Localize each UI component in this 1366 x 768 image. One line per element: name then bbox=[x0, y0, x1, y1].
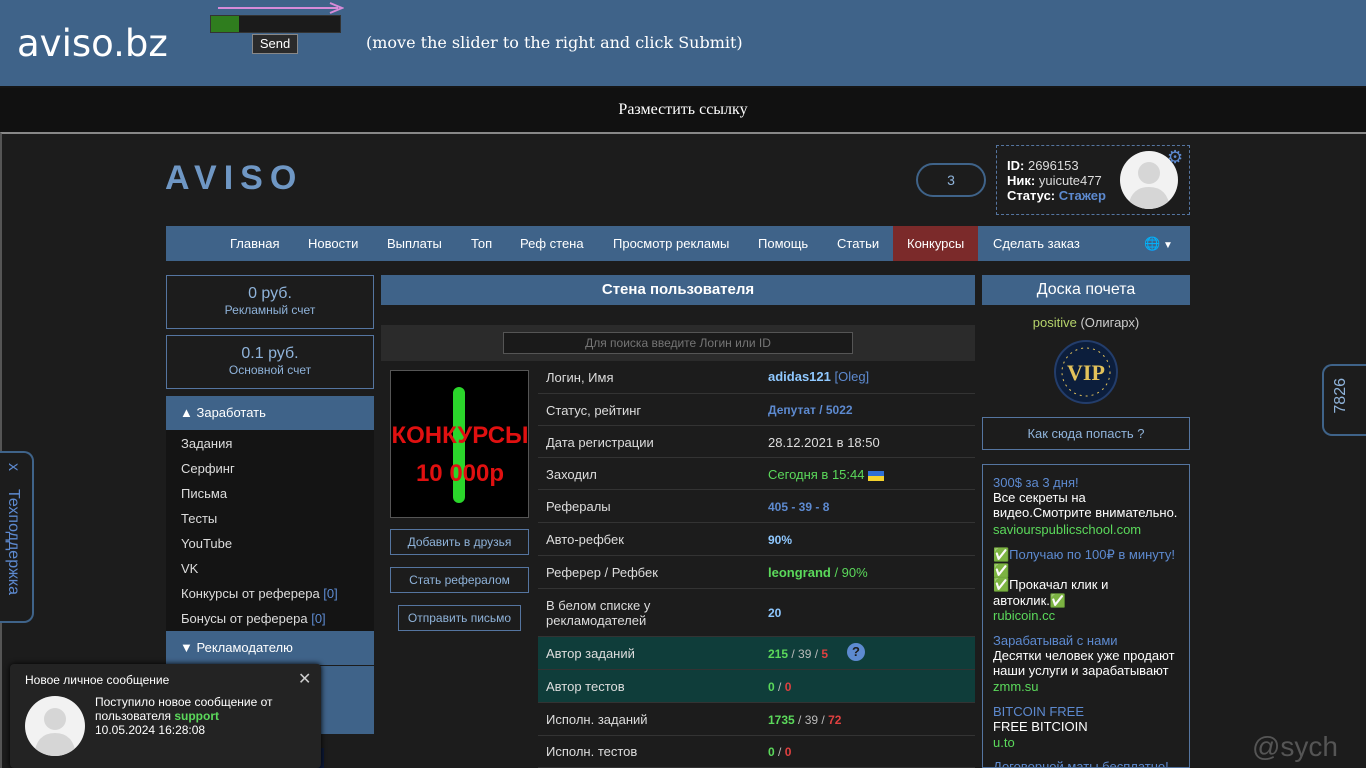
ad-title[interactable]: Зарабатывай с нами bbox=[993, 633, 1118, 648]
search-input[interactable] bbox=[503, 332, 853, 354]
table-row: Авто-рефбек 90% bbox=[538, 523, 975, 556]
add-friend-button[interactable]: Добавить в друзья bbox=[390, 529, 529, 555]
how-to-get-here-button[interactable]: Как сюда попасть ? bbox=[982, 417, 1190, 450]
earn-menu-header[interactable]: ▲ Заработать bbox=[166, 396, 374, 430]
menu-item-letters[interactable]: Письма bbox=[181, 486, 227, 501]
captcha-hint: (move the slider to the right and click … bbox=[366, 33, 743, 52]
ad-title[interactable]: ✅Получаю по 100₽ в минуту!✅ bbox=[993, 547, 1183, 579]
ad-account-amount: 0 руб. bbox=[248, 285, 292, 302]
toast-message: Поступило новое сообщение от пользовател… bbox=[95, 695, 273, 737]
support-tab-close[interactable]: x bbox=[4, 463, 22, 471]
menu-item-youtube[interactable]: YouTube bbox=[181, 536, 232, 551]
table-row: Статус, рейтинг Депутат / 5022 bbox=[538, 394, 975, 426]
menu-item-tests[interactable]: Тесты bbox=[181, 511, 217, 526]
chevron-up-icon: ▲ bbox=[180, 405, 193, 420]
nav-item-articles[interactable]: Статьи bbox=[837, 226, 879, 261]
menu-item-vk[interactable]: VK bbox=[181, 561, 198, 576]
login-link[interactable]: adidas121 bbox=[768, 369, 831, 384]
main-account-amount: 0.1 руб. bbox=[241, 345, 299, 362]
table-row: Логин, Имя adidas121 [Oleg] bbox=[538, 361, 975, 394]
page-title: Стена пользователя bbox=[381, 275, 975, 305]
ad-account-card[interactable]: 0 руб. Рекламный счет bbox=[166, 275, 374, 329]
toast-title: Новое личное сообщение bbox=[25, 673, 170, 687]
ad-account-label: Рекламный счет bbox=[224, 303, 316, 317]
nav-item-home[interactable]: Главная bbox=[230, 226, 279, 261]
nav-item-help[interactable]: Помощь bbox=[758, 226, 808, 261]
main-account-label: Основной счет bbox=[228, 363, 312, 377]
svg-text:VIP: VIP bbox=[1067, 360, 1105, 385]
svg-text:КОНКУРСЫ: КОНКУРСЫ bbox=[391, 422, 528, 449]
referrer-link[interactable]: leongrand bbox=[768, 565, 831, 580]
menu-item-referrer-contests[interactable]: Конкурсы от реферера [0] bbox=[181, 586, 338, 601]
nav-item-news[interactable]: Новости bbox=[308, 226, 358, 261]
search-bar bbox=[381, 325, 975, 361]
profile-status: Статус: Стажер bbox=[1007, 188, 1106, 203]
main-account-card[interactable]: 0.1 руб. Основной счет bbox=[166, 335, 374, 389]
language-selector[interactable]: 🌐 ▼ bbox=[1144, 226, 1173, 261]
profile-nick: Ник: yuicute477 bbox=[1007, 173, 1102, 188]
main-nav: Главная Новости Выплаты Топ Реф стена Пр… bbox=[166, 226, 1190, 261]
table-row: Исполн. тестов 0 / 0 bbox=[538, 736, 975, 768]
profile-id: ID: 2696153 bbox=[1007, 158, 1079, 173]
table-row: Заходил Сегодня в 15:44 bbox=[538, 458, 975, 490]
nav-item-view-ads[interactable]: Просмотр рекламы bbox=[613, 226, 729, 261]
chevron-down-icon: ▼ bbox=[180, 640, 193, 655]
become-referral-button[interactable]: Стать рефералом bbox=[390, 567, 529, 593]
table-row: Автор заданий 215 / 39 / 5 ? bbox=[538, 637, 975, 670]
notification-count-button[interactable]: 3 bbox=[916, 163, 986, 197]
svg-text:10 000р: 10 000р bbox=[416, 460, 504, 487]
ukraine-flag-icon bbox=[868, 470, 885, 481]
nav-item-payouts[interactable]: Выплаты bbox=[387, 226, 442, 261]
menu-item-surfing[interactable]: Серфинг bbox=[181, 461, 235, 476]
honor-user[interactable]: positive (Олигарх) bbox=[982, 315, 1190, 330]
help-icon[interactable]: ? bbox=[847, 643, 865, 661]
nav-item-ref-wall[interactable]: Реф стена bbox=[520, 226, 584, 261]
online-counter-tab[interactable]: 7826 bbox=[1322, 364, 1366, 436]
ad-block: 300$ за 3 дня! Все секреты на видео.Смот… bbox=[982, 464, 1190, 768]
chevron-down-icon: ▼ bbox=[1160, 240, 1173, 251]
menu-item-tasks[interactable]: Задания bbox=[181, 436, 232, 451]
table-row: В белом списке у рекламодателей 20 bbox=[538, 589, 975, 637]
profile-card: ID: 2696153 Ник: yuicute477 Статус: Стаж… bbox=[996, 145, 1190, 215]
table-row: Автор тестов 0 / 0 bbox=[538, 670, 975, 703]
place-link-button[interactable]: Разместить ссылку bbox=[0, 88, 1366, 132]
table-row: Дата регистрации 28.12.2021 в 18:50 bbox=[538, 426, 975, 458]
ad-title[interactable]: Договорной маты бесплатно! bbox=[993, 759, 1169, 767]
slider-fill bbox=[211, 16, 240, 32]
ad-title[interactable]: 300$ за 3 дня! bbox=[993, 475, 1079, 490]
new-message-toast[interactable]: Новое личное сообщение ✕ Поступило новое… bbox=[10, 664, 321, 768]
site-logo: aviso.bz bbox=[17, 22, 168, 65]
send-button[interactable]: Send bbox=[252, 34, 298, 54]
table-row: Исполн. заданий 1735 / 39 / 72 bbox=[538, 703, 975, 736]
honor-board-header: Доска почета bbox=[982, 275, 1190, 305]
brand-logo[interactable]: AVISO bbox=[165, 159, 303, 198]
globe-icon: 🌐 bbox=[1144, 236, 1161, 251]
vip-badge-icon: VIP bbox=[1054, 340, 1118, 404]
table-row: Рефералы 405 - 39 - 8 bbox=[538, 490, 975, 523]
watermark: @sych bbox=[1252, 731, 1338, 762]
support-tab[interactable]: x Техподдержка bbox=[0, 451, 34, 623]
captcha-bar: aviso.bz Send (move the slider to the ri… bbox=[0, 0, 1366, 86]
contest-banner[interactable]: КОНКУРСЫ 10 000р bbox=[390, 370, 529, 518]
table-row: Реферер / Рефбек leongrand / 90% bbox=[538, 556, 975, 589]
nav-item-order[interactable]: Сделать заказ bbox=[993, 226, 1080, 261]
earn-menu: Задания Серфинг Письма Тесты YouTube VK … bbox=[166, 430, 374, 631]
arrow-right-icon bbox=[218, 2, 344, 14]
nav-item-top[interactable]: Топ bbox=[471, 226, 492, 261]
avatar bbox=[25, 696, 85, 756]
support-tab-label: Техподдержка bbox=[5, 489, 22, 596]
advertiser-menu-header[interactable]: ▼ Рекламодателю bbox=[166, 631, 374, 665]
ad-title[interactable]: BITCOIN FREE bbox=[993, 704, 1084, 719]
nav-item-contests[interactable]: Конкурсы bbox=[893, 226, 979, 261]
captcha-slider[interactable] bbox=[210, 15, 341, 33]
menu-item-referrer-bonuses[interactable]: Бонусы от реферера [0] bbox=[181, 611, 326, 626]
close-icon[interactable]: ✕ bbox=[298, 669, 311, 689]
gear-icon[interactable]: ⚙ bbox=[1167, 147, 1183, 168]
send-letter-button[interactable]: Отправить письмо bbox=[398, 605, 521, 631]
